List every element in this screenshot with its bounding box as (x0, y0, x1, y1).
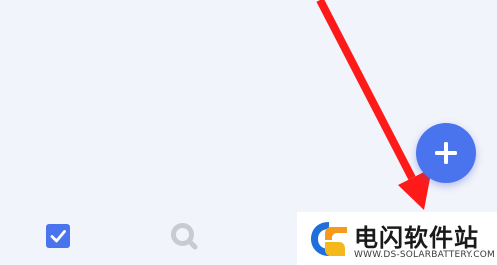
watermark-logo-icon (311, 222, 347, 256)
watermark-url: WWW.DS-SOLARBATTERY.COM (354, 250, 495, 260)
search-icon (171, 223, 198, 250)
add-button[interactable] (416, 123, 476, 183)
nav-tasks-tab[interactable] (42, 220, 74, 252)
plus-icon (435, 142, 457, 164)
nav-search-tab[interactable] (168, 220, 200, 252)
watermark-title: 电闪软件站 (354, 224, 479, 252)
checkbox-icon (46, 224, 70, 248)
watermark: 电闪软件站 WWW.DS-SOLARBATTERY.COM (297, 212, 497, 265)
